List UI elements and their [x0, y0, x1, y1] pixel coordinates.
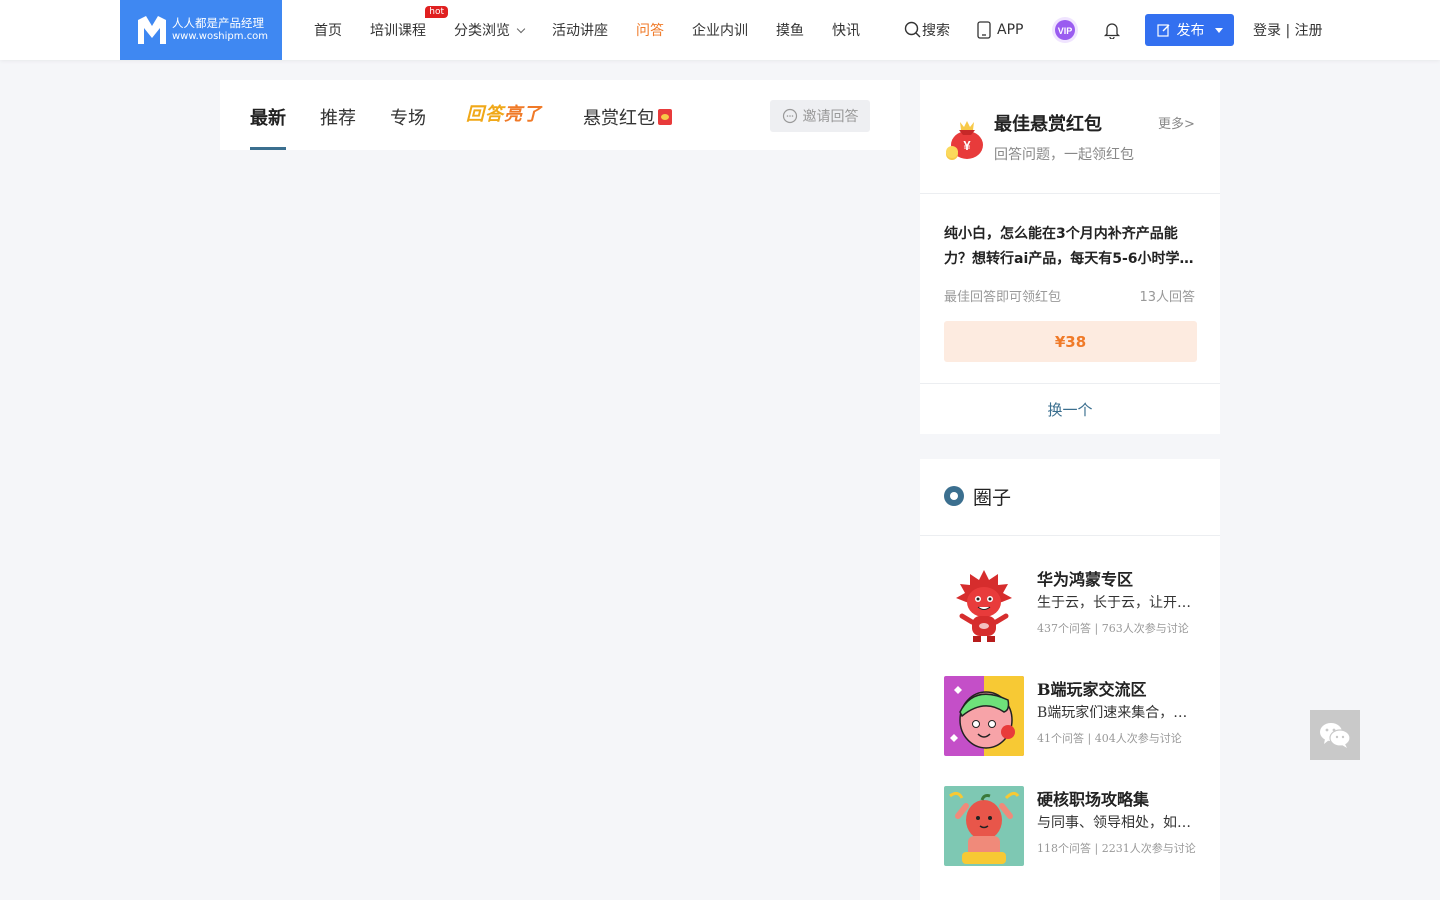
- qa-tabs-card: 最新 推荐 专场 回答亮了 悬赏红包 邀请回答: [220, 80, 900, 150]
- money-bag-icon: ¥: [946, 121, 983, 160]
- tab-redpack-label: 悬赏红包: [583, 108, 655, 129]
- invite-label: 邀请回答: [802, 109, 859, 125]
- app-label: APP: [997, 22, 1024, 38]
- edit-icon: [1156, 24, 1169, 37]
- tab-recommend[interactable]: 推荐: [320, 104, 356, 150]
- nav-courses[interactable]: 培训课程 hot: [370, 6, 448, 40]
- circle-name: B端玩家交流区: [1037, 680, 1147, 699]
- nav-enterprise[interactable]: 企业内训: [692, 20, 748, 40]
- circle-name: 华为鸿蒙专区: [1037, 570, 1134, 589]
- bounty-header: ¥ 最佳悬赏红包 回答问题，一起领红包 更多>: [920, 80, 1220, 194]
- workplace-apple-thumb: [944, 786, 1024, 866]
- nav-home[interactable]: 首页: [314, 20, 342, 40]
- circle-desc: 生于云，长于云，让开…: [1037, 595, 1191, 611]
- invite-answer-button[interactable]: 邀请回答: [770, 100, 870, 132]
- circle-item[interactable]: 硬核职场攻略集 与同事、领导相处，如… 118个问答 | 2231人次参与讨论: [944, 786, 1200, 866]
- bounty-more-link[interactable]: 更多>: [1158, 113, 1195, 132]
- app-button[interactable]: APP: [977, 0, 1023, 60]
- svg-text:¥: ¥: [963, 138, 971, 153]
- svg-text:VIP: VIP: [1058, 26, 1073, 36]
- circle-item[interactable]: 华为鸿蒙专区 生于云，长于云，让开… 437个问答 | 763人次参与讨论: [944, 566, 1200, 646]
- nav-browse[interactable]: 分类浏览: [454, 20, 526, 40]
- circle-item[interactable]: B端玩家交流区 B端玩家们速来集合，… 41个问答 | 404人次参与讨论: [944, 676, 1200, 756]
- circles-title: 圈子: [973, 487, 1012, 509]
- bounty-hint: 最佳回答即可领红包: [944, 290, 1062, 305]
- top-header: 人人都是产品经理 www.woshipm.com 首页 培训课程 hot 分类浏览…: [0, 0, 1440, 60]
- search-icon: [904, 21, 921, 38]
- wechat-icon: [1320, 723, 1351, 748]
- search-button[interactable]: 搜索: [904, 0, 950, 60]
- circle-stats: 118个问答 | 2231人次参与讨论: [1037, 842, 1196, 855]
- wechat-float-button[interactable]: [1310, 710, 1360, 760]
- tab-special[interactable]: 专场: [390, 104, 426, 150]
- circles-card: 圈子 华为鸿蒙专区 生于云，长于云，让开… 437个问答 | 763人次参与讨论: [920, 459, 1220, 900]
- highlight-text: 回答: [466, 104, 504, 125]
- bounty-title: 最佳悬赏红包: [994, 114, 1102, 135]
- circle-name: 硬核职场攻略集: [1037, 790, 1150, 809]
- bounty-card: ¥ 最佳悬赏红包 回答问题，一起领红包 更多> 纯小白，怎么能在3个月内补齐产品…: [920, 80, 1220, 434]
- circles-header: 圈子: [920, 459, 1220, 536]
- bounty-reward-button[interactable]: ¥38: [944, 321, 1197, 362]
- tab-answer-highlight[interactable]: 回答亮了: [466, 100, 542, 126]
- nav-qa[interactable]: 问答: [636, 20, 664, 40]
- main-nav: 首页 培训课程 hot 分类浏览 活动讲座 问答 企业内训 摸鱼 快讯: [300, 0, 874, 60]
- caret-down-icon: [1214, 27, 1223, 33]
- highlight-bang-text: 亮了: [504, 104, 542, 125]
- logo-url: www.woshipm.com: [172, 31, 269, 42]
- nav-news[interactable]: 快讯: [832, 20, 860, 40]
- circle-stats: 437个问答 | 763人次参与讨论: [1037, 622, 1189, 635]
- nav-events[interactable]: 活动讲座: [552, 20, 608, 40]
- switch-question-button[interactable]: 换一个: [920, 383, 1220, 434]
- circle-desc: B端玩家们速来集合，…: [1037, 705, 1188, 721]
- logo-name: 人人都是产品经理: [172, 16, 264, 30]
- tab-latest[interactable]: 最新: [250, 104, 286, 150]
- login-register-link[interactable]: 登录 | 注册: [1253, 0, 1323, 60]
- b-player-thumb: [944, 676, 1024, 756]
- circle-desc: 与同事、领导相处，如…: [1037, 815, 1191, 831]
- circle-stats: 41个问答 | 404人次参与讨论: [1037, 732, 1182, 745]
- chat-bubble-icon: [782, 108, 797, 124]
- search-label: 搜索: [922, 23, 950, 39]
- logo-m-icon: [138, 16, 166, 44]
- publish-label: 发布: [1176, 23, 1205, 39]
- publish-button[interactable]: 发布: [1145, 14, 1234, 46]
- bounty-subtitle: 回答问题，一起领红包: [994, 147, 1134, 163]
- bounty-answer-count: 13人回答: [1139, 290, 1195, 305]
- site-logo[interactable]: 人人都是产品经理 www.woshipm.com: [120, 0, 282, 60]
- circle-icon: [944, 486, 964, 506]
- tab-redpack[interactable]: 悬赏红包: [583, 104, 672, 150]
- hot-badge: hot: [425, 6, 448, 18]
- nav-moyu[interactable]: 摸鱼: [776, 20, 804, 40]
- vip-button[interactable]: VIP: [1051, 0, 1079, 60]
- bounty-question-title[interactable]: 纯小白，怎么能在3个月内补齐产品能力？想转行ai产品，每天有5-6小时学…: [944, 222, 1194, 272]
- bell-icon: [1103, 23, 1121, 39]
- chevron-down-icon: [516, 24, 526, 34]
- phone-icon: [977, 21, 991, 39]
- notification-button[interactable]: [1103, 0, 1121, 60]
- nav-courses-label: 培训课程: [370, 23, 426, 39]
- nav-browse-label: 分类浏览: [454, 23, 510, 39]
- logo-text: 人人都是产品经理 www.woshipm.com: [172, 17, 268, 43]
- huawei-mascot-thumb: [944, 566, 1024, 646]
- red-envelope-icon: [658, 109, 672, 125]
- vip-icon: VIP: [1052, 17, 1078, 43]
